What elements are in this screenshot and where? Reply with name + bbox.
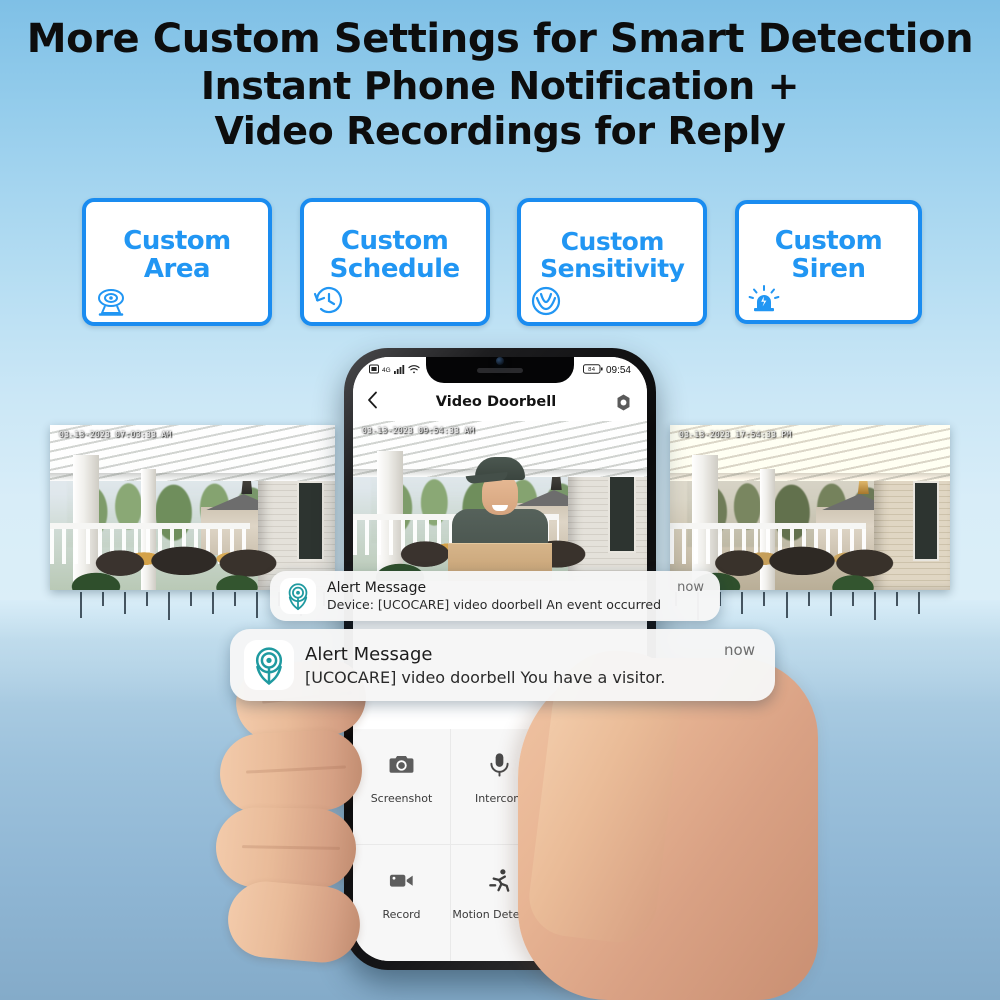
control-label: Record	[382, 908, 421, 921]
headline-line-2: Instant Phone Notification +	[200, 64, 800, 109]
control-label: Screenshot	[370, 792, 433, 805]
camera-timestamp: 03-13-2023 07:03:33 AM	[59, 430, 172, 439]
notification-title: Alert Message	[305, 643, 433, 665]
control-intercom[interactable]: Intercom	[451, 729, 549, 845]
wifi-icon	[408, 364, 420, 377]
control-screenshot[interactable]: Screenshot	[353, 729, 451, 845]
camera-timestamp: 03-13-2023 17:54:33 PM	[679, 430, 792, 439]
camera-timestamp: 03-13-2023 09:54:33 AM	[362, 426, 475, 435]
feature-card-title: Custom Siren	[774, 225, 883, 284]
phone-notch	[426, 357, 574, 383]
notification-body: [UCOCARE] video doorbell You have a visi…	[305, 667, 666, 687]
alert-location-pin-icon	[244, 640, 294, 690]
feature-card-title: Custom Area	[123, 225, 231, 284]
control-tamper-alarm[interactable]: Tamper Alarm	[549, 845, 647, 961]
app-bar: Video Doorbell	[353, 383, 647, 421]
headline-line-3: Video Recordings for Reply	[214, 108, 786, 153]
svg-text:84: 84	[588, 367, 596, 373]
clock-history-icon	[312, 284, 346, 318]
notification-card-event[interactable]: Alert Message Device: [UCOCARE] video do…	[270, 571, 720, 621]
notification-time: now	[677, 580, 704, 595]
front-camera-icon	[496, 357, 504, 365]
gear-icon[interactable]	[614, 393, 633, 412]
control-label: Intercom	[474, 792, 525, 805]
microphone-icon	[485, 749, 515, 779]
page-title: Video Doorbell	[435, 394, 557, 410]
porch-scene-morning	[50, 425, 335, 590]
notification-time: now	[724, 641, 755, 659]
control-label: Motion Detection	[452, 908, 547, 921]
shield-icon	[583, 865, 613, 895]
control-button-grid: Screenshot Intercom Original Sound Recor…	[353, 729, 647, 961]
camera-icon	[387, 749, 417, 779]
control-motion-detection[interactable]: Motion Detection	[451, 845, 549, 961]
sensitivity-wave-icon	[529, 284, 563, 318]
feature-card-custom-schedule[interactable]: Custom Schedule	[299, 198, 490, 326]
chevron-left-icon[interactable]	[367, 391, 378, 413]
running-person-icon	[485, 865, 515, 895]
live-video-feed[interactable]: 03-13-2023 09:54:33 AM	[353, 421, 647, 581]
feature-card-row: Custom Area Custom Schedule Custom Sensi…	[82, 198, 922, 330]
feature-card-custom-siren[interactable]: Custom Siren	[734, 200, 922, 324]
earpiece-speaker	[477, 367, 523, 373]
headline-line-1: More Custom Settings for Smart Detection	[26, 16, 974, 62]
porch-scene-evening	[670, 425, 950, 590]
notification-body: Device: [UCOCARE] video doorbell An even…	[327, 597, 662, 612]
control-record[interactable]: Record	[353, 845, 451, 961]
signal-bars-icon	[393, 364, 405, 377]
control-original-sound[interactable]: Original Sound	[549, 729, 647, 845]
delivery-person	[353, 421, 647, 581]
camera-view-left[interactable]: 03-13-2023 07:03:33 AM	[50, 425, 335, 590]
control-label: Tamper Alarm	[559, 908, 637, 921]
notification-title: Alert Message	[327, 580, 427, 596]
feature-card-title: Custom Schedule	[329, 225, 460, 284]
control-label: Original Sound	[557, 792, 639, 805]
sound-wave-icon	[583, 749, 613, 779]
feature-card-custom-area[interactable]: Custom Area	[82, 198, 272, 326]
siren-light-icon	[747, 282, 781, 316]
battery-icon: 84	[582, 363, 603, 377]
camera-dome-icon	[94, 284, 128, 318]
headline: More Custom Settings for Smart Detection…	[0, 18, 1000, 151]
video-camera-icon	[387, 865, 417, 895]
camera-view-right[interactable]: 03-13-2023 17:54:33 PM	[670, 425, 950, 590]
status-bar-time: 09:54	[605, 364, 631, 376]
notification-card-visitor[interactable]: Alert Message [UCOCARE] video doorbell Y…	[230, 629, 775, 701]
alert-location-pin-icon	[280, 578, 316, 614]
network-type-label: 4G	[382, 366, 391, 374]
sim-icon	[369, 364, 379, 377]
feature-card-custom-sensitivity[interactable]: Custom Sensitivity	[517, 198, 708, 326]
